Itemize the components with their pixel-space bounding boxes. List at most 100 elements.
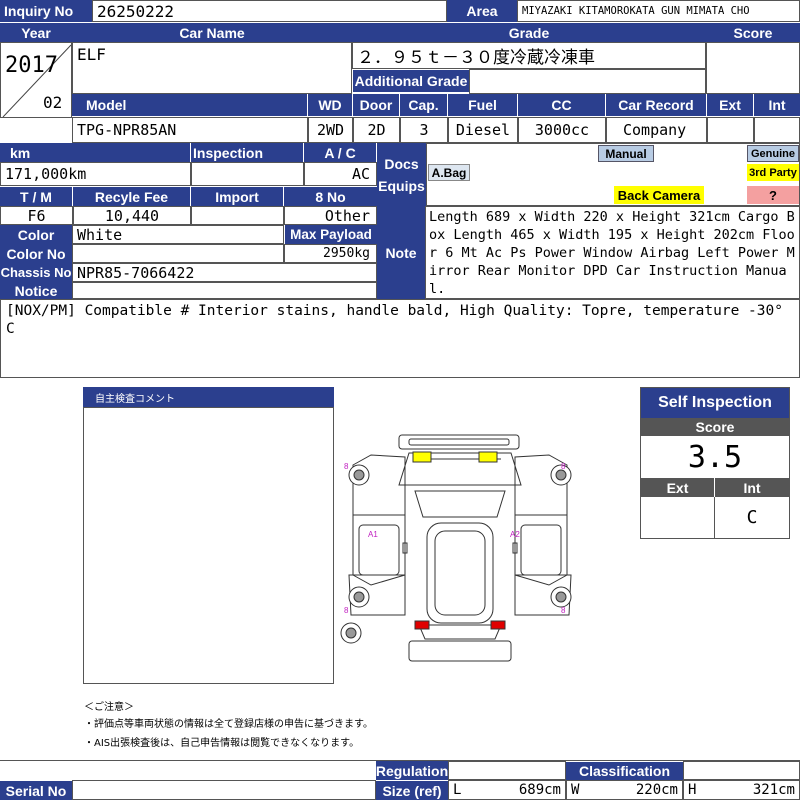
wd-header: WD: [308, 94, 352, 116]
tm-header: T / M: [0, 187, 72, 206]
year-header: Year: [0, 23, 72, 42]
equips-label: Equips: [378, 177, 425, 194]
car-name-header: Car Name: [72, 23, 352, 42]
year-cell: 2017 02: [0, 42, 72, 118]
width-value: 220cm: [635, 782, 678, 798]
chassis-no-header: Chassis No: [0, 263, 72, 282]
recycle-fee-header: Recyle Fee: [73, 187, 190, 206]
note-text: Length 689 x Width 220 x Height 321cm Ca…: [429, 209, 795, 297]
wd-value: 2WD: [308, 117, 353, 143]
mark-front-left: 8: [344, 462, 349, 471]
color-value: White: [72, 225, 284, 244]
mark-front-right: 8: [561, 462, 566, 471]
no8-value: Other: [284, 206, 377, 225]
import-header: Import: [191, 187, 283, 206]
ext-value: [707, 117, 754, 143]
score-value: [706, 42, 800, 94]
comment-box-title: 自主検査コメント: [83, 387, 334, 407]
genuine-badge: Genuine: [747, 145, 799, 162]
color-header: Color: [0, 225, 72, 244]
regulation-value: [448, 761, 566, 780]
grade-value: ２．９５ｔ－３０度冷蔵冷凍車: [352, 42, 706, 69]
vehicle-damage-diagram: [340, 434, 572, 662]
cap-value: 3: [400, 117, 448, 143]
self-inspection-title: Self Inspection: [641, 388, 789, 418]
front-bumper: [398, 434, 520, 450]
color-no-value: [72, 244, 284, 263]
self-int-label: Int: [715, 478, 789, 497]
km-value: 171,000km: [0, 162, 191, 186]
note-header: Note: [377, 206, 425, 299]
size-height: H 321cm: [683, 780, 800, 800]
serial-no-value: [72, 780, 376, 800]
self-score-value: 3.5: [687, 439, 743, 475]
inspection-value: [191, 162, 304, 186]
tm-value: F6: [0, 206, 73, 225]
year-month: 02: [43, 93, 63, 112]
docs-equips-header: Docs Equips: [377, 143, 426, 206]
left-taillight: [414, 620, 430, 630]
notice-text: [NOX/PM] Compatible # Interior stains, h…: [6, 303, 783, 337]
right-headlight: [478, 451, 498, 463]
area-label: Area: [447, 0, 517, 22]
comment-box: [83, 407, 334, 684]
cap-header: Cap.: [400, 94, 447, 116]
third-party-badge: 3rd Party: [747, 164, 799, 181]
notice-spacer: [72, 282, 377, 299]
additional-grade-header: Additional Grade: [353, 70, 469, 92]
car-name-value: ELF: [72, 42, 352, 94]
self-ext-value: [641, 497, 715, 538]
max-payload-header: Max Payload: [285, 225, 377, 244]
area-value: MIYAZAKI KITAMOROKATA GUN MIMATA CHO: [517, 0, 800, 22]
additional-grade-value: [469, 69, 706, 94]
model-value: TPG-NPR85AN: [72, 117, 308, 143]
caution-line-2: ・AIS出張検査後は、自己申告情報は閲覧できなくなります。: [84, 738, 360, 749]
inspection-header: Inspection: [191, 143, 303, 162]
right-taillight: [490, 620, 506, 630]
mark-rear-left: 8: [344, 606, 349, 615]
classification-header: Classification: [566, 762, 683, 780]
rear-bumper: [408, 640, 512, 662]
notice-header: Notice: [0, 282, 72, 299]
back-camera-badge: Back Camera: [614, 186, 704, 204]
import-value: [191, 206, 284, 225]
manual-badge: Manual: [598, 145, 654, 162]
ac-value: AC: [304, 162, 377, 186]
grade-header: Grade: [352, 23, 706, 42]
classification-value: [683, 761, 800, 780]
ac-header: A / C: [304, 143, 376, 162]
door-value: 2D: [353, 117, 400, 143]
recycle-fee-value: 10,440: [73, 206, 191, 225]
score-header: Score: [706, 23, 800, 42]
length-label: L: [453, 782, 462, 798]
chassis-no-value: NPR85-7066422: [72, 263, 377, 282]
color-no-header: Color No: [0, 244, 72, 263]
docs-label: Docs: [384, 155, 419, 172]
caution-line-1: ・評価点等車両状態の情報は全て登録店様の申告に基づきます。: [84, 719, 373, 730]
cc-value: 3000cc: [518, 117, 606, 143]
roof: [426, 522, 494, 624]
km-header: km: [0, 143, 190, 162]
length-value: 689cm: [518, 782, 561, 798]
mark-a2: A2: [510, 530, 520, 539]
fuel-header: Fuel: [448, 94, 517, 116]
car-record-header: Car Record: [606, 94, 706, 116]
model-header: Model: [72, 94, 307, 116]
size-ref-header: Size (ref): [376, 781, 448, 800]
mark-rear-right: 8: [561, 606, 566, 615]
year-value: 2017: [5, 53, 58, 78]
self-ext-label: Ext: [641, 478, 715, 497]
int-value: [754, 117, 800, 143]
inquiry-label: Inquiry No: [0, 0, 92, 22]
cc-header: CC: [518, 94, 605, 116]
self-int-value: C: [746, 507, 758, 528]
size-width: W 220cm: [566, 780, 683, 800]
windshield: [414, 490, 506, 518]
ext-header: Ext: [707, 94, 753, 116]
int-header: Int: [754, 94, 800, 116]
height-label: H: [688, 782, 697, 798]
serial-no-header: Serial No: [0, 781, 72, 800]
door-header: Door: [353, 94, 399, 116]
unknown-badge: ?: [747, 186, 799, 204]
rear-glass: [418, 624, 502, 640]
